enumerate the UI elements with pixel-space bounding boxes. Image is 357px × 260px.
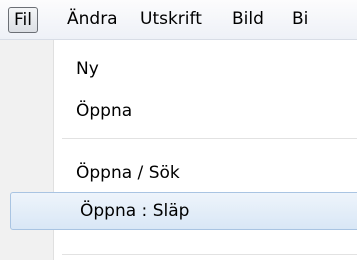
- menu-fil[interactable]: Fil: [8, 7, 38, 33]
- menu-item-label: Ny: [76, 59, 99, 79]
- menu-andra[interactable]: Ändra: [67, 0, 118, 38]
- menu-utskrift[interactable]: Utskrift: [140, 0, 202, 38]
- menu-item-oppna[interactable]: Öppna: [6, 92, 357, 130]
- menu-separator: [62, 138, 357, 140]
- menu-item-oppna-sok[interactable]: Öppna / Sök: [6, 154, 357, 192]
- menu-bi-truncated[interactable]: Bi: [292, 0, 308, 38]
- menu-bild[interactable]: Bild: [232, 0, 264, 38]
- menu-item-label: Öppna : Släp: [80, 201, 190, 221]
- fil-dropdown-menu: Ny Öppna Öppna / Sök Öppna : Släp: [0, 40, 357, 260]
- menu-separator-bottom: [62, 254, 357, 256]
- menu-item-label: Öppna: [76, 101, 133, 121]
- menu-item-ny[interactable]: Ny: [6, 50, 357, 88]
- menu-bar: Fil Ändra Utskrift Bild Bi: [0, 0, 357, 40]
- menu-item-oppna-slap[interactable]: Öppna : Släp: [10, 192, 357, 230]
- menu-item-label: Öppna / Sök: [76, 163, 180, 183]
